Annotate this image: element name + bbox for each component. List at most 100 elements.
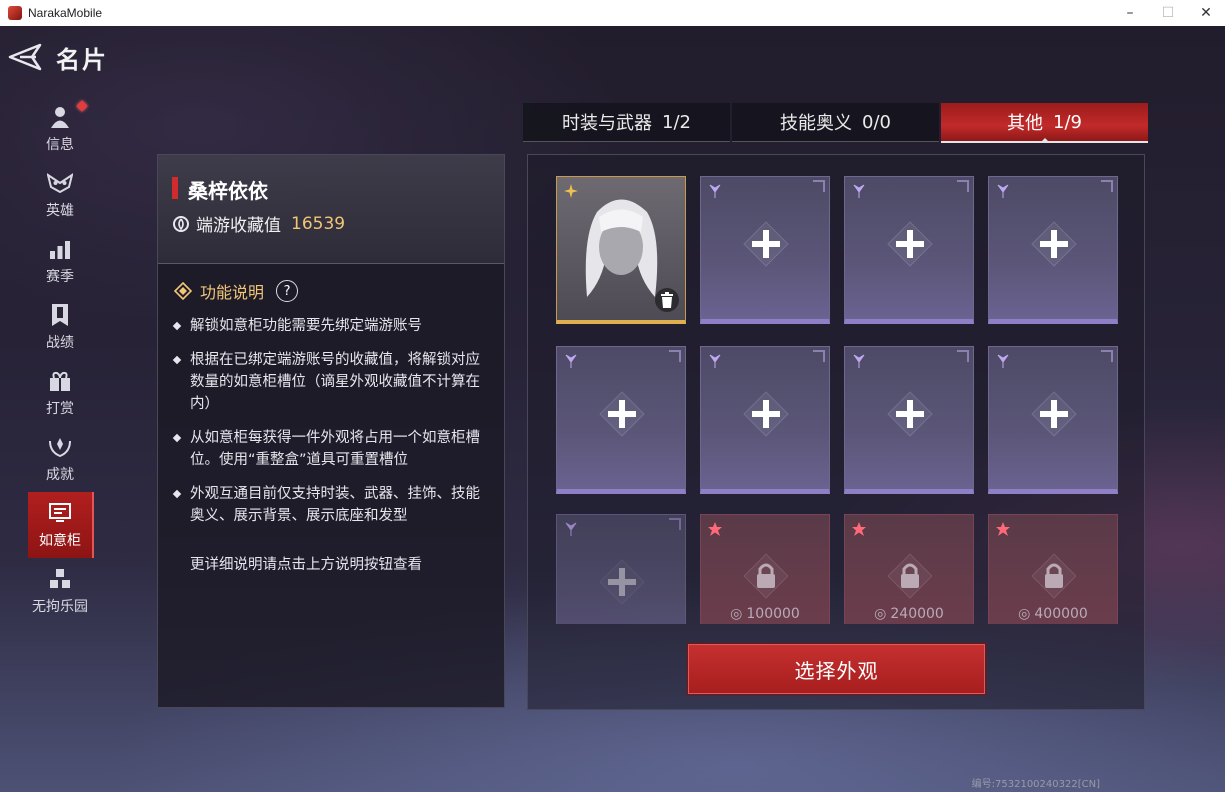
- nav-label: 成就: [46, 467, 74, 483]
- nav-item-info[interactable]: 信息: [28, 96, 92, 162]
- slot-locked[interactable]: ◎ 400000: [988, 514, 1118, 624]
- slot-empty[interactable]: [556, 346, 686, 494]
- plus-icon: [887, 221, 933, 267]
- nav-item-playground[interactable]: 无拘乐园: [28, 558, 92, 624]
- nav-label: 打赏: [46, 401, 74, 417]
- nav-label: 战绩: [46, 335, 74, 351]
- plus-icon: [887, 391, 933, 437]
- slot-empty[interactable]: [556, 514, 686, 624]
- game-viewport: 名片 信息 英雄 赛季 战绩 打赏 成就 如意柜 无拘乐园 桑梓依依 端游收藏值…: [0, 26, 1225, 792]
- list-item: 解锁如意柜功能需要先绑定端游账号: [172, 315, 490, 337]
- window-titlebar: NarakaMobile – ☐ ✕: [0, 0, 1225, 27]
- bullet-text: 从如意柜每获得一件外观将占用一个如意柜槽位。使用“重整盒”道具可重置槽位: [190, 430, 480, 468]
- tab-label: 技能奥义: [780, 113, 853, 134]
- player-name: 桑梓依依: [188, 179, 268, 203]
- page-title: 名片: [56, 46, 108, 74]
- tab-count: 1/2: [662, 111, 691, 133]
- nav-item-season[interactable]: 赛季: [28, 228, 92, 294]
- reward-gift-icon: [47, 368, 73, 394]
- purple-flower-icon: [709, 354, 721, 368]
- diamond-icon: [174, 282, 192, 300]
- unlock-value: 240000: [890, 606, 944, 622]
- back-button[interactable]: [6, 42, 42, 72]
- profile-info-panel: 桑梓依依 端游收藏值 16539 功能说明 ? 解锁如意柜功能需要先绑定端游账号…: [157, 154, 505, 708]
- window-title: NarakaMobile: [28, 6, 103, 20]
- slot-filled-hairstyle[interactable]: [556, 176, 686, 324]
- tab-count: 1/9: [1053, 111, 1082, 133]
- function-help-title: 功能说明: [200, 283, 265, 302]
- profile-header: 桑梓依依 端游收藏值 16539: [158, 155, 504, 264]
- list-item: 外观互通目前仅支持时装、武器、挂饰、技能奥义、展示背景、展示底座和发型: [172, 483, 490, 527]
- collection-row: 端游收藏值 16539: [172, 211, 345, 236]
- hero-mask-icon: [47, 170, 73, 196]
- nav-item-cabinet[interactable]: 如意柜: [28, 492, 94, 558]
- name-accent-bar: [172, 177, 178, 199]
- lock-icon: [1031, 553, 1077, 599]
- list-item: 从如意柜每获得一件外观将占用一个如意柜槽位。使用“重整盒”道具可重置槽位: [172, 427, 490, 471]
- red-flower-icon: [708, 522, 722, 536]
- trash-icon: [661, 292, 673, 308]
- nav-label: 英雄: [46, 203, 74, 219]
- unlock-requirement: ◎ 240000: [874, 606, 944, 622]
- tab-other[interactable]: 其他 1/9: [941, 103, 1148, 143]
- nav-label: 无拘乐园: [32, 599, 88, 615]
- delete-button[interactable]: [655, 288, 679, 312]
- purple-flower-icon: [997, 184, 1009, 198]
- nav-item-reward[interactable]: 打赏: [28, 360, 92, 426]
- help-bullet-list: 解锁如意柜功能需要先绑定端游账号 根据在已绑定端游账号的收藏值，将解锁对应数量的…: [172, 315, 490, 539]
- slot-empty[interactable]: [700, 346, 830, 494]
- function-help-row: 功能说明 ?: [174, 279, 299, 303]
- bullet-text: 根据在已绑定端游账号的收藏值，将解锁对应数量的如意柜槽位（谪星外观收藏值不计算在…: [190, 352, 480, 412]
- tab-costume-weapon[interactable]: 时装与武器 1/2: [523, 103, 730, 142]
- notification-badge: [76, 100, 88, 112]
- nav-item-hero[interactable]: 英雄: [28, 162, 92, 228]
- plus-icon: [743, 391, 789, 437]
- nav-label: 信息: [46, 137, 74, 153]
- plus-icon: [1031, 391, 1077, 437]
- lock-icon: [887, 553, 933, 599]
- slot-locked[interactable]: ◎ 100000: [700, 514, 830, 624]
- plus-icon: [599, 391, 645, 437]
- nav-label: 如意柜: [39, 533, 81, 549]
- red-flower-icon: [852, 522, 866, 536]
- bullet-text: 解锁如意柜功能需要先绑定端游账号: [190, 318, 422, 334]
- nav-item-record[interactable]: 战绩: [28, 294, 92, 360]
- playground-cubes-icon: [47, 566, 73, 592]
- minimize-button[interactable]: –: [1111, 0, 1149, 26]
- purple-flower-icon: [565, 522, 577, 536]
- slot-locked[interactable]: ◎ 240000: [844, 514, 974, 624]
- collection-label: 端游收藏值: [196, 216, 281, 236]
- slot-empty[interactable]: [844, 346, 974, 494]
- cabinet-monitor-icon: [47, 500, 73, 526]
- slot-empty[interactable]: [700, 176, 830, 324]
- collection-value: 16539: [291, 213, 346, 234]
- tab-label: 其他: [1007, 113, 1044, 134]
- tab-label: 时装与武器: [562, 113, 653, 134]
- build-id-text: 编号:7532100240322[CN]: [971, 779, 1100, 790]
- record-banner-icon: [47, 302, 73, 328]
- tab-count: 0/0: [862, 111, 891, 133]
- back-arrow-icon: [8, 43, 42, 71]
- slot-row-partial: ◎ 100000 ◎ 240000 ◎ 400000: [527, 514, 1143, 624]
- purple-flower-icon: [853, 354, 865, 368]
- nav-label: 赛季: [46, 269, 74, 285]
- purple-flower-icon: [565, 354, 577, 368]
- tab-skill-ultimate[interactable]: 技能奥义 0/0: [732, 103, 939, 142]
- nav-item-achievement[interactable]: 成就: [28, 426, 92, 492]
- maximize-button[interactable]: ☐: [1149, 0, 1187, 26]
- season-bars-icon: [47, 236, 73, 262]
- side-nav: 信息 英雄 赛季 战绩 打赏 成就 如意柜 无拘乐园: [28, 96, 94, 624]
- unlock-requirement: ◎ 100000: [730, 606, 800, 622]
- unlock-value: 100000: [746, 606, 800, 622]
- collection-swirl-icon: [173, 215, 189, 232]
- help-question-button[interactable]: ?: [276, 280, 299, 302]
- close-button[interactable]: ✕: [1187, 0, 1225, 26]
- unlock-value: 400000: [1034, 606, 1088, 622]
- select-appearance-button[interactable]: 选择外观: [688, 644, 985, 694]
- slot-empty[interactable]: [844, 176, 974, 324]
- slot-empty[interactable]: [988, 176, 1118, 324]
- red-flower-icon: [996, 522, 1010, 536]
- purple-flower-icon: [997, 354, 1009, 368]
- unlock-requirement: ◎ 400000: [1018, 606, 1088, 622]
- slot-empty[interactable]: [988, 346, 1118, 494]
